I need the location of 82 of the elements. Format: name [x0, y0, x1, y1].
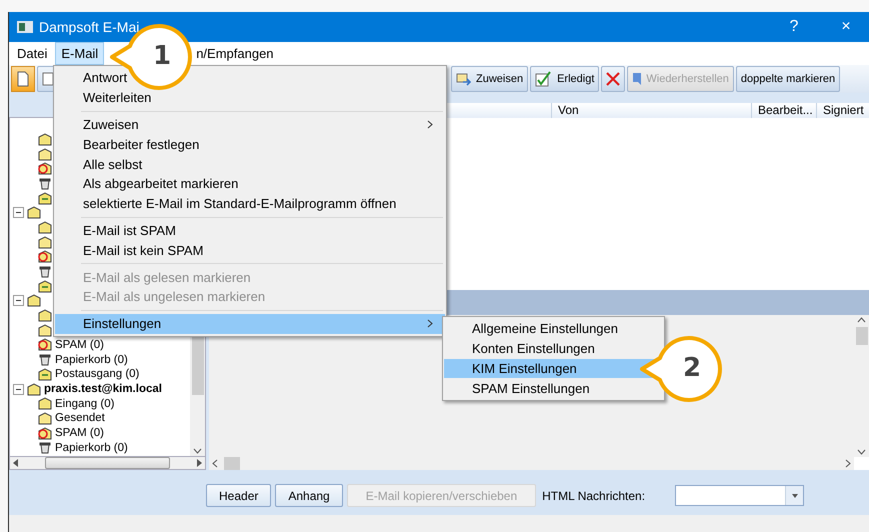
menu-item[interactable]: n/Empfangen: [190, 42, 280, 65]
checklist-icon: [535, 71, 554, 87]
trash-icon: [38, 176, 52, 190]
horizontal-scrollbar[interactable]: [9, 457, 206, 470]
collapse-icon[interactable]: [13, 384, 24, 395]
sent-folder-icon: [38, 148, 52, 161]
inbox-icon: [38, 220, 52, 234]
dropdown-field[interactable]: [675, 485, 804, 506]
page-icon: [42, 72, 54, 86]
delete-icon: [606, 72, 620, 86]
window-title: Dampsoft E-Mai: [39, 19, 140, 35]
scroll-left-icon[interactable]: [212, 459, 218, 468]
inbox-icon: [38, 132, 52, 146]
toolbar-button[interactable]: doppelte markieren: [736, 66, 840, 92]
trash-icon: [38, 441, 52, 454]
folder-label[interactable]: Gesendet: [55, 412, 105, 424]
restore-icon: [632, 72, 642, 86]
menu-option[interactable]: Konten Einstellungen: [444, 338, 663, 359]
step-number: 1: [152, 41, 172, 71]
menu-option[interactable]: Als abgearbeitet markieren: [55, 174, 445, 194]
inbox-icon: [38, 397, 52, 410]
menu-option[interactable]: SPAM Einstellungen: [444, 378, 663, 398]
envelope-arrow-icon: [456, 72, 472, 86]
menu-option[interactable]: E-Mail ist kein SPAM: [55, 240, 445, 260]
sent-folder-icon: [38, 236, 52, 249]
folder-label[interactable]: Eingang (0): [55, 398, 114, 410]
document-icon: [17, 71, 29, 87]
menu-item[interactable]: Datei: [11, 42, 54, 65]
folder-label[interactable]: SPAM (0): [55, 427, 104, 440]
close-button[interactable]: ×: [823, 12, 869, 42]
menu-option[interactable]: Bearbeiter festlegen: [55, 134, 445, 154]
collapse-icon[interactable]: [13, 207, 24, 218]
scroll-down-icon[interactable]: [193, 448, 202, 454]
field-label: HTML Nachrichten:: [542, 488, 646, 502]
menu-option[interactable]: Alle selbst: [55, 154, 445, 174]
horizontal-scrollbar[interactable]: [209, 457, 854, 470]
scroll-thumb[interactable]: [856, 327, 868, 345]
outbox-icon: [38, 280, 52, 293]
scroll-right-icon[interactable]: [845, 459, 851, 468]
spam-folder-icon: [38, 250, 52, 264]
sent-folder-icon: [38, 412, 52, 425]
scroll-right-icon[interactable]: [197, 459, 202, 467]
delete-button[interactable]: [601, 66, 626, 92]
menu-option[interactable]: Weiterleiten: [55, 88, 445, 108]
action-button[interactable]: Anhang: [275, 484, 343, 507]
step-number: 2: [682, 353, 702, 383]
menu-option[interactable]: selektierte E-Mail im Standard-E-Mailprogramm öffnen: [55, 194, 445, 214]
folder-label[interactable]: SPAM (0): [55, 338, 104, 351]
spam-folder-icon: [38, 338, 52, 352]
collapse-icon[interactable]: [13, 295, 24, 306]
help-button[interactable]: ?: [771, 12, 817, 42]
spam-folder-icon: [38, 162, 52, 176]
spam-folder-icon: [38, 426, 52, 440]
folder-label[interactable]: Papierkorb (0): [55, 442, 128, 454]
account-label[interactable]: praxis.test@kim.local: [44, 383, 162, 396]
menu-option[interactable]: Allgemeine Einstellungen: [444, 319, 663, 339]
menu-option[interactable]: Einstellungen: [55, 314, 445, 334]
outbox-icon: [38, 192, 52, 205]
menu-option[interactable]: E-Mail ist SPAM: [55, 220, 445, 240]
menu-option[interactable]: Zuweisen: [55, 114, 445, 134]
mailbox-icon: [27, 206, 41, 220]
app-icon: [17, 21, 33, 33]
action-button[interactable]: Header: [206, 484, 272, 507]
scroll-up-icon[interactable]: [857, 317, 866, 323]
vertical-scrollbar[interactable]: [854, 315, 869, 457]
sent-folder-icon: [38, 324, 52, 337]
scroll-thumb[interactable]: [224, 457, 240, 470]
mailbox-icon: [27, 294, 41, 308]
trash-icon: [38, 353, 52, 366]
mailbox-icon: [27, 382, 41, 396]
menu-item[interactable]: E-Mail: [55, 42, 104, 65]
outbox-icon: [38, 368, 52, 381]
toolbar-button[interactable]: Erledigt: [530, 66, 600, 92]
folder-label[interactable]: Postausgang (0): [55, 368, 140, 380]
toolbar-button[interactable]: Zuweisen: [451, 66, 528, 92]
menu-option[interactable]: Antwort: [55, 68, 445, 88]
folder-label[interactable]: Papierkorb (0): [55, 354, 128, 366]
inbox-icon: [38, 309, 52, 322]
scroll-left-icon[interactable]: [13, 459, 18, 467]
new-document-button[interactable]: [11, 66, 35, 92]
trash-icon: [38, 265, 52, 278]
scroll-down-icon[interactable]: [857, 449, 866, 455]
